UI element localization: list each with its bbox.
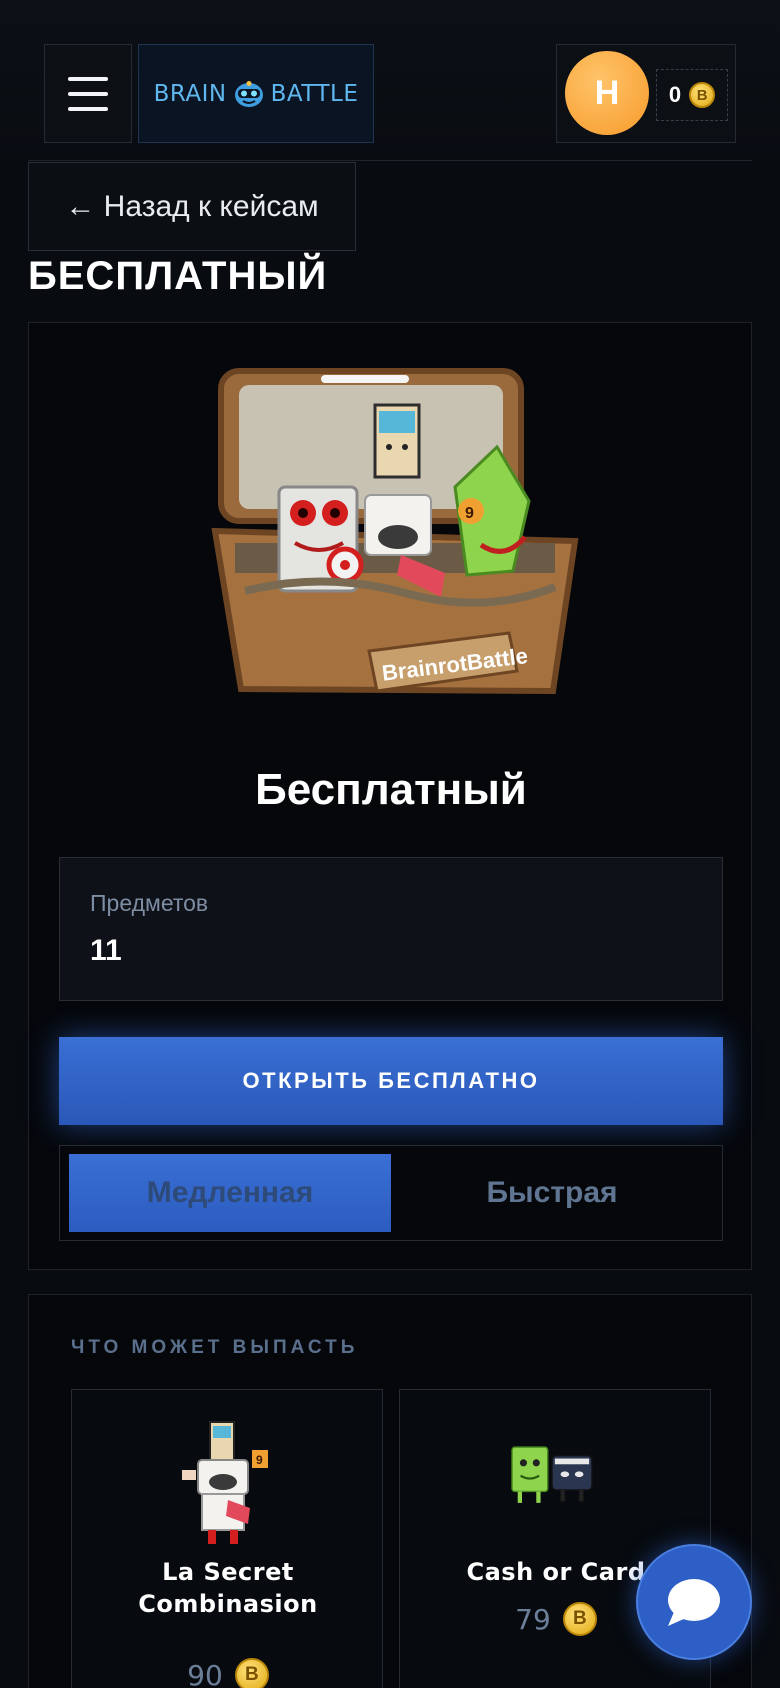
drop-item-price-value: 90 [187, 1658, 223, 1688]
logo-text-left: BRAIN [153, 80, 227, 107]
balance-display[interactable]: 0 B [656, 69, 728, 121]
items-count: 11 [90, 934, 122, 967]
items-label: Предметов [90, 890, 209, 916]
menu-icon [68, 76, 108, 81]
coin-icon: B [689, 82, 716, 108]
open-case-button[interactable]: ОТКРЫТЬ БЕСПЛАТНО [59, 1037, 723, 1125]
speed-toggle: Медленная Быстрая [59, 1145, 723, 1241]
case-panel: 9 BrainrotBattle Бесплатный Предметов 11… [28, 322, 752, 1270]
balance-value: 0 [668, 82, 682, 107]
back-to-cases-button[interactable]: ← Назад к кейсам [28, 162, 356, 251]
case-name: Бесплатный [255, 765, 527, 814]
logo[interactable]: BRAIN BATTLE [138, 44, 374, 143]
drop-item-price: 90 B [72, 1658, 384, 1688]
svg-text:9: 9 [465, 505, 474, 522]
user-panel: H 0 B [556, 44, 736, 143]
drops-title: ЧТО МОЖЕТ ВЫПАСТЬ [71, 1337, 359, 1358]
drop-item-price-value: 79 [515, 1602, 551, 1636]
drop-item-name: La Secret Combinasion [138, 1558, 318, 1618]
drop-item-image [511, 1446, 593, 1503]
svg-text:9: 9 [256, 1453, 263, 1467]
mascot-icon [234, 80, 263, 107]
speed-option-fast[interactable]: Быстрая [391, 1154, 713, 1232]
page-title: БЕСПЛАТНЫЙ [28, 254, 328, 298]
speed-option-slow[interactable]: Медленная [69, 1154, 391, 1232]
logo-text-right: BATTLE [270, 80, 359, 107]
chat-button[interactable] [636, 1544, 752, 1660]
menu-button[interactable] [44, 44, 132, 143]
items-count-box: Предметов 11 [59, 857, 723, 1001]
avatar[interactable]: H [565, 51, 649, 135]
chat-icon [668, 1579, 720, 1626]
coin-icon: B [562, 1602, 597, 1636]
header-divider [28, 160, 752, 161]
case-image: 9 BrainrotBattle [211, 368, 579, 695]
coin-icon: B [234, 1658, 269, 1688]
drop-item-image: 9 [182, 1421, 268, 1544]
drop-item[interactable]: 9 La Secret Combinasion 90 B [71, 1389, 383, 1688]
